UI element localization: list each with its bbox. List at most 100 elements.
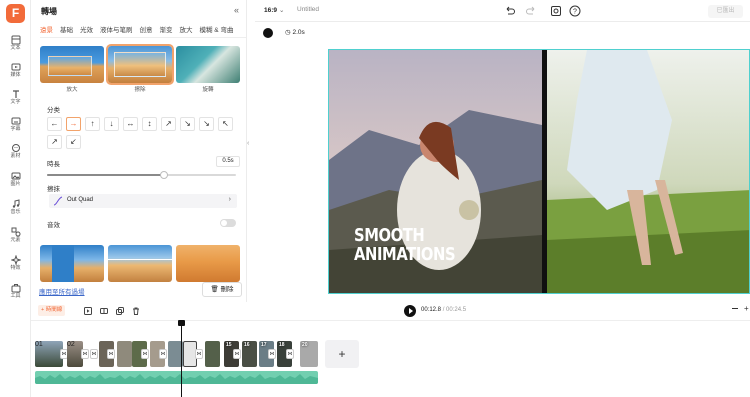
headline-text[interactable]: SMOOTH ANIMATIONS [354, 226, 456, 264]
transition-thumb-rotate[interactable] [176, 46, 240, 83]
rail-item-media[interactable]: 媒体 [0, 61, 31, 87]
thumb-caption: 擦除 [134, 87, 146, 93]
transition-marker[interactable]: ⋈ [195, 349, 203, 359]
clip-number: 20 [302, 342, 308, 348]
direction-down-right-button[interactable]: ↘ [180, 117, 195, 131]
thumb-caption-wrap: 擦除 [108, 85, 172, 95]
collapse-panel-button[interactable]: « [234, 5, 239, 15]
chevron-right-icon: › [228, 196, 231, 203]
panel-collapse-handle[interactable]: ‹ [247, 140, 255, 162]
apply-to-all-link[interactable]: 應用至所有過場 [39, 286, 85, 296]
tools-icon [11, 284, 20, 293]
screenshot-icon[interactable] [550, 5, 562, 17]
total-time: / 00:24.5 [442, 307, 467, 313]
transition-thumb-6[interactable] [176, 245, 240, 282]
direction-horizontal-button[interactable]: ↔ [123, 117, 138, 131]
direction-up-right-alt-button[interactable]: ↗ [47, 135, 62, 149]
tab-zoom[interactable]: 放大 [180, 24, 193, 37]
transition-thumb-wipe[interactable] [106, 44, 174, 85]
delete-button[interactable]: 🗑 刪除 [202, 282, 242, 297]
zoom-in-icon[interactable]: + [744, 304, 749, 313]
duration-slider[interactable] [47, 171, 236, 179]
rail-item-images[interactable]: 图片 [0, 170, 31, 196]
direction-up-button[interactable]: ↑ [85, 117, 100, 131]
clip[interactable]: 16 [242, 341, 257, 367]
rail-item-stickers[interactable]: 素材 [0, 142, 31, 168]
rail-item-templates[interactable]: 文本 [0, 34, 31, 60]
audio-waveform [35, 374, 318, 384]
direction-up-right-button[interactable]: ↗ [161, 117, 176, 131]
rail-item-effects[interactable]: 特效 [0, 254, 31, 280]
tab-basic[interactable]: 基础 [60, 24, 73, 37]
tab-creative[interactable]: 创意 [140, 24, 153, 37]
transition-marker[interactable]: ⋈ [107, 349, 115, 359]
add-clip-button[interactable]: + [325, 340, 359, 368]
transition-marker[interactable]: ⋈ [233, 349, 241, 359]
sticker-icon [11, 144, 20, 152]
direction-right-button[interactable]: → [66, 117, 81, 131]
transition-thumb-zoom[interactable] [40, 46, 104, 83]
clip[interactable]: 20 [300, 341, 318, 367]
tab-distant[interactable]: 遠景 [40, 24, 53, 37]
clip[interactable]: 01 [35, 341, 63, 367]
rail-item-elements[interactable]: 元素 [0, 226, 31, 252]
play-clip-icon[interactable] [84, 307, 92, 315]
undo-icon[interactable] [504, 5, 516, 17]
direction-down-right-alt-button[interactable]: ↘ [199, 117, 214, 131]
transition-marker[interactable]: ⋈ [81, 349, 89, 359]
duplicate-icon[interactable] [116, 307, 124, 315]
audio-track[interactable] [35, 371, 318, 384]
timeline-playhead[interactable] [178, 320, 185, 397]
top-bar: 16:9 ⌄ Untitled ? 已匯出 [255, 0, 750, 22]
music-icon [12, 199, 19, 208]
background-color-swatch[interactable] [263, 28, 273, 38]
trash-icon[interactable] [132, 307, 140, 315]
aspect-ratio-select[interactable]: 16:9 ⌄ [264, 6, 284, 14]
transition-thumb-4[interactable] [40, 245, 104, 282]
timeline-chip[interactable]: + 時間線 [38, 305, 66, 316]
duration-slider-fill [47, 174, 165, 176]
duration-value[interactable]: 0.5s [216, 156, 240, 167]
clip-duration[interactable]: ◷ 2.0s [285, 28, 305, 36]
rail-item-text[interactable]: 文字 [0, 88, 31, 114]
transition-marker[interactable]: ⋈ [286, 349, 294, 359]
aspect-ratio-value: 16:9 [264, 7, 278, 14]
direction-left-button[interactable]: ← [47, 117, 62, 131]
direction-down-button[interactable]: ↓ [104, 117, 119, 131]
project-title[interactable]: Untitled [297, 6, 319, 13]
rail-item-tools[interactable]: 工具 [0, 282, 31, 308]
tab-blur-warp[interactable]: 模糊 & 弯曲 [200, 24, 234, 37]
clip[interactable] [205, 341, 220, 367]
sound-toggle[interactable] [220, 219, 236, 227]
video-preview[interactable]: SMOOTH ANIMATIONS [328, 49, 750, 294]
rail-item-music[interactable]: 音乐 [0, 198, 31, 224]
timeline-ruler[interactable] [31, 320, 750, 330]
direction-down-left-button[interactable]: ↙ [66, 135, 81, 149]
tab-light[interactable]: 光效 [80, 24, 93, 37]
panel-title: 轉場 [41, 7, 57, 16]
duration-slider-knob[interactable] [160, 171, 169, 179]
transition-marker[interactable]: ⋈ [141, 349, 149, 359]
transition-thumb-5[interactable] [108, 245, 172, 282]
help-icon[interactable]: ? [569, 5, 581, 17]
transition-marker[interactable]: ⋈ [90, 349, 98, 359]
transition-marker[interactable]: ⋈ [159, 349, 167, 359]
redo-icon[interactable] [525, 5, 537, 17]
rail-label: 音乐 [10, 209, 21, 215]
thumb-caption-wrap: 放大 [40, 85, 104, 95]
play-button[interactable] [404, 305, 416, 317]
easing-select[interactable]: Out Quad › [49, 194, 237, 208]
tab-liquid-brush[interactable]: 液体与笔刷 [100, 24, 133, 37]
preview-scene-dancer-grass [547, 50, 749, 293]
direction-vertical-button[interactable]: ↕ [142, 117, 157, 131]
clip[interactable] [117, 341, 132, 367]
clip-duration-value: 2.0s [292, 29, 305, 36]
rail-item-subtitles[interactable]: 字幕 [0, 115, 31, 141]
thumb-caption: 放大 [66, 87, 78, 93]
split-icon[interactable] [100, 307, 108, 315]
transition-marker[interactable]: ⋈ [268, 349, 276, 359]
zoom-out-icon[interactable] [732, 308, 738, 309]
tab-gradient[interactable]: 渐变 [160, 24, 173, 37]
export-button[interactable]: 已匯出 [708, 5, 743, 18]
direction-up-left-button[interactable]: ↖ [218, 117, 233, 131]
